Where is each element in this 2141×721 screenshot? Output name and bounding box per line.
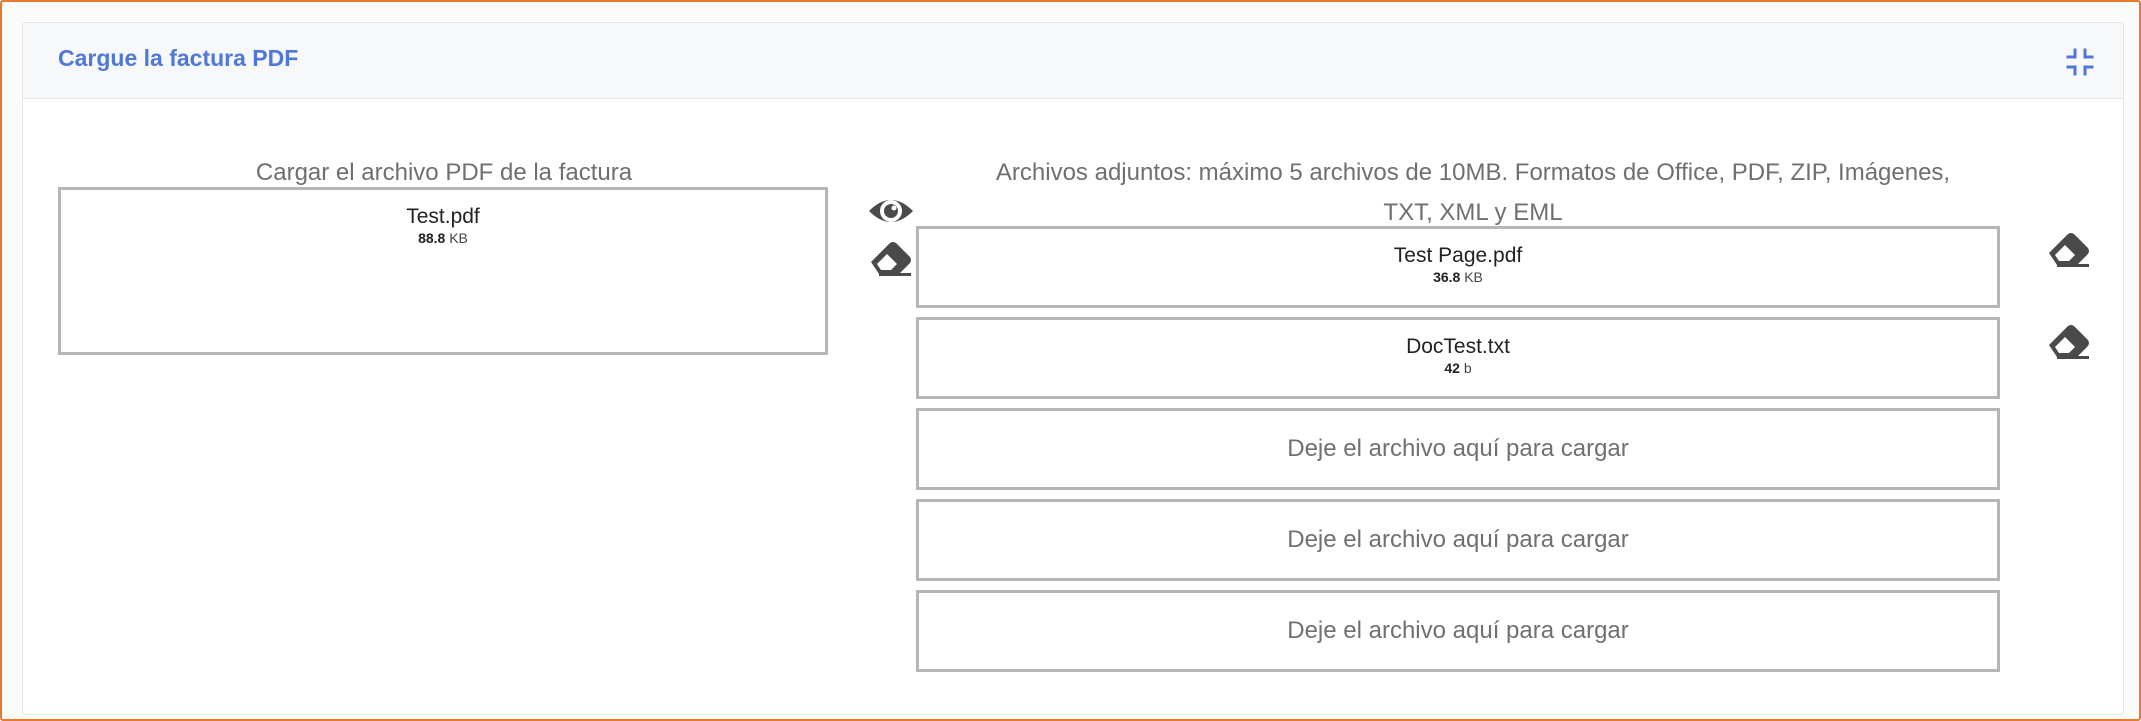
card-header: Cargue la factura PDF [23, 23, 2123, 99]
invoice-file-size: 88.8 KB [418, 230, 468, 246]
attachments-caption: Archivos adjuntos: máximo 5 archivos de … [913, 153, 2033, 233]
card-title: Cargue la factura PDF [58, 45, 299, 71]
attachment-slot-5[interactable]: Deje el archivo aquí para cargar [916, 590, 2000, 672]
attachment-file-size: 42 b [1444, 360, 1472, 376]
attachment-slot-3[interactable]: Deje el archivo aquí para cargar [916, 408, 2000, 490]
compress-icon[interactable] [2065, 47, 2095, 77]
eraser-icon[interactable] [2045, 229, 2093, 269]
outer-frame: Cargue la factura PDF Cargar el archivo … [0, 0, 2141, 721]
drop-hint: Deje el archivo aquí para cargar [1287, 526, 1629, 553]
attachments-caption-line1: Archivos adjuntos: máximo 5 archivos de … [995, 159, 1951, 186]
drop-hint: Deje el archivo aquí para cargar [1287, 617, 1629, 644]
eraser-icon[interactable] [2045, 321, 2093, 361]
upload-card: Cargue la factura PDF Cargar el archivo … [22, 22, 2124, 715]
attachment-file-size: 36.8 KB [1433, 269, 1483, 285]
attachment-slot-1[interactable]: Test Page.pdf 36.8 KB [916, 226, 2000, 308]
eraser-icon[interactable] [867, 238, 915, 278]
attachment-file-name: Test Page.pdf [1393, 244, 1523, 267]
invoice-dropzone[interactable]: Test.pdf 88.8 KB [58, 187, 828, 355]
attachment-file-name: DocTest.txt [1406, 335, 1510, 358]
invoice-file-name: Test.pdf [406, 205, 480, 228]
eye-icon[interactable] [867, 191, 915, 231]
attachment-slot-4[interactable]: Deje el archivo aquí para cargar [916, 499, 2000, 581]
attachment-slot-2[interactable]: DocTest.txt 42 b [916, 317, 2000, 399]
drop-hint: Deje el archivo aquí para cargar [1287, 435, 1629, 462]
